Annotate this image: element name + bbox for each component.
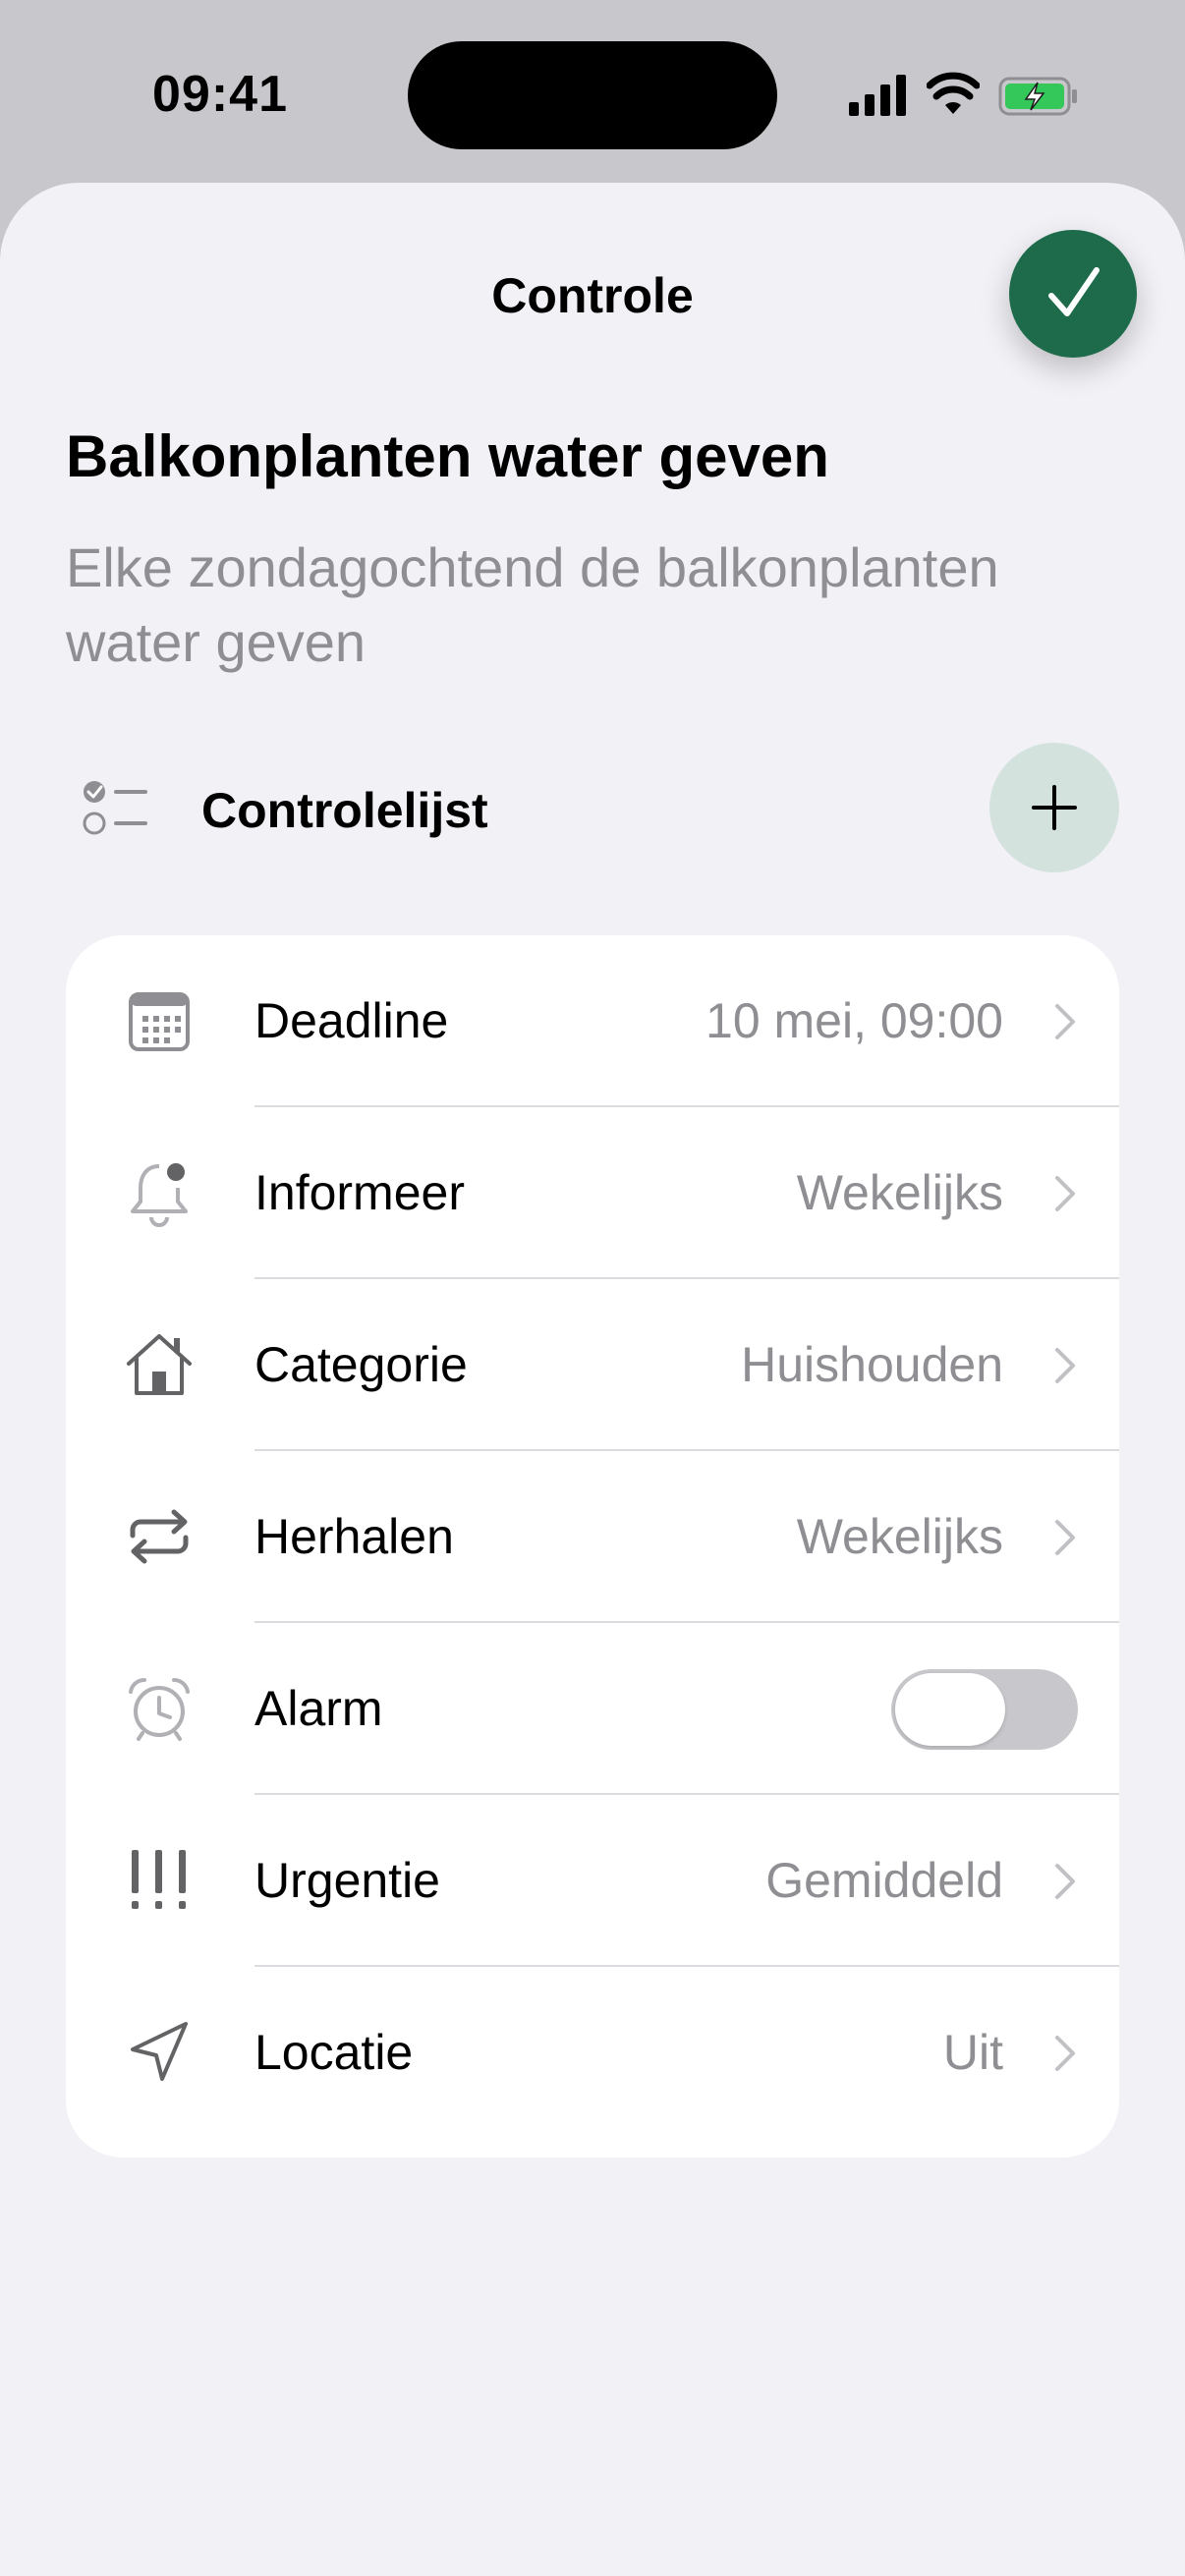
setting-label: Alarm <box>254 1681 383 1736</box>
setting-label: Herhalen <box>254 1509 454 1564</box>
checklist-label: Controlelijst <box>201 783 488 838</box>
sheet-title: Controle <box>491 268 694 323</box>
dynamic-island <box>408 41 777 149</box>
setting-row-herhalen[interactable]: Herhalen Wekelijks <box>66 1451 1119 1623</box>
battery-charging-icon <box>998 77 1077 116</box>
setting-value: Huishouden <box>741 1337 1003 1392</box>
plus-icon <box>1032 785 1077 830</box>
task-title[interactable]: Balkonplanten water geven <box>66 422 829 490</box>
location-arrow-icon <box>131 2022 188 2081</box>
calendar-icon <box>129 992 190 1051</box>
chevron-right-icon <box>1055 1176 1075 1211</box>
setting-value: Uit <box>942 2025 1003 2080</box>
checklist-icon <box>83 781 147 835</box>
wifi-icon <box>927 72 980 114</box>
setting-label: Categorie <box>254 1337 468 1392</box>
repeat-icon <box>130 1509 189 1564</box>
setting-label: Locatie <box>254 2025 414 2080</box>
done-button[interactable] <box>1009 230 1137 358</box>
setting-label: Urgentie <box>254 1853 440 1908</box>
setting-value: Gemiddeld <box>765 1853 1003 1908</box>
chevron-right-icon <box>1055 1348 1075 1383</box>
task-detail-sheet: Controle Balkonplanten water geven Elke … <box>0 183 1185 2576</box>
alarm-toggle[interactable] <box>891 1669 1078 1750</box>
task-description[interactable]: Elke zondagochtend de balkonplanten wate… <box>66 531 1117 680</box>
setting-value: Wekelijks <box>796 1165 1003 1220</box>
status-time: 09:41 <box>152 66 288 123</box>
status-bar: 09:41 <box>0 0 1185 187</box>
cellular-signal-icon <box>849 75 906 116</box>
setting-row-urgentie[interactable]: Urgentie Gemiddeld <box>66 1795 1119 1967</box>
setting-row-locatie[interactable]: Locatie Uit <box>66 1967 1119 2139</box>
setting-row-categorie[interactable]: Categorie Huishouden <box>66 1279 1119 1451</box>
setting-row-alarm: Alarm <box>66 1623 1119 1795</box>
setting-value: Wekelijks <box>796 1509 1003 1564</box>
checklist-section: Controlelijst <box>0 739 1185 876</box>
toggle-knob <box>895 1673 1005 1746</box>
exclamation-icon <box>132 1850 186 1909</box>
settings-card: Deadline 10 mei, 09:00 Informeer Wekelij… <box>66 935 1119 2157</box>
add-checklist-item-button[interactable] <box>989 743 1119 872</box>
chevron-right-icon <box>1055 1004 1075 1039</box>
alarm-clock-icon <box>129 1677 190 1741</box>
checkmark-icon <box>1048 267 1100 316</box>
setting-row-informeer[interactable]: Informeer Wekelijks <box>66 1107 1119 1279</box>
setting-label: Informeer <box>254 1165 465 1220</box>
setting-label: Deadline <box>254 993 449 1048</box>
house-icon <box>127 1334 192 1395</box>
bell-badge-icon <box>131 1163 188 1227</box>
chevron-right-icon <box>1055 2036 1075 2071</box>
setting-row-deadline[interactable]: Deadline 10 mei, 09:00 <box>66 935 1119 1107</box>
setting-value: 10 mei, 09:00 <box>705 993 1003 1048</box>
chevron-right-icon <box>1055 1520 1075 1555</box>
chevron-right-icon <box>1055 1864 1075 1899</box>
